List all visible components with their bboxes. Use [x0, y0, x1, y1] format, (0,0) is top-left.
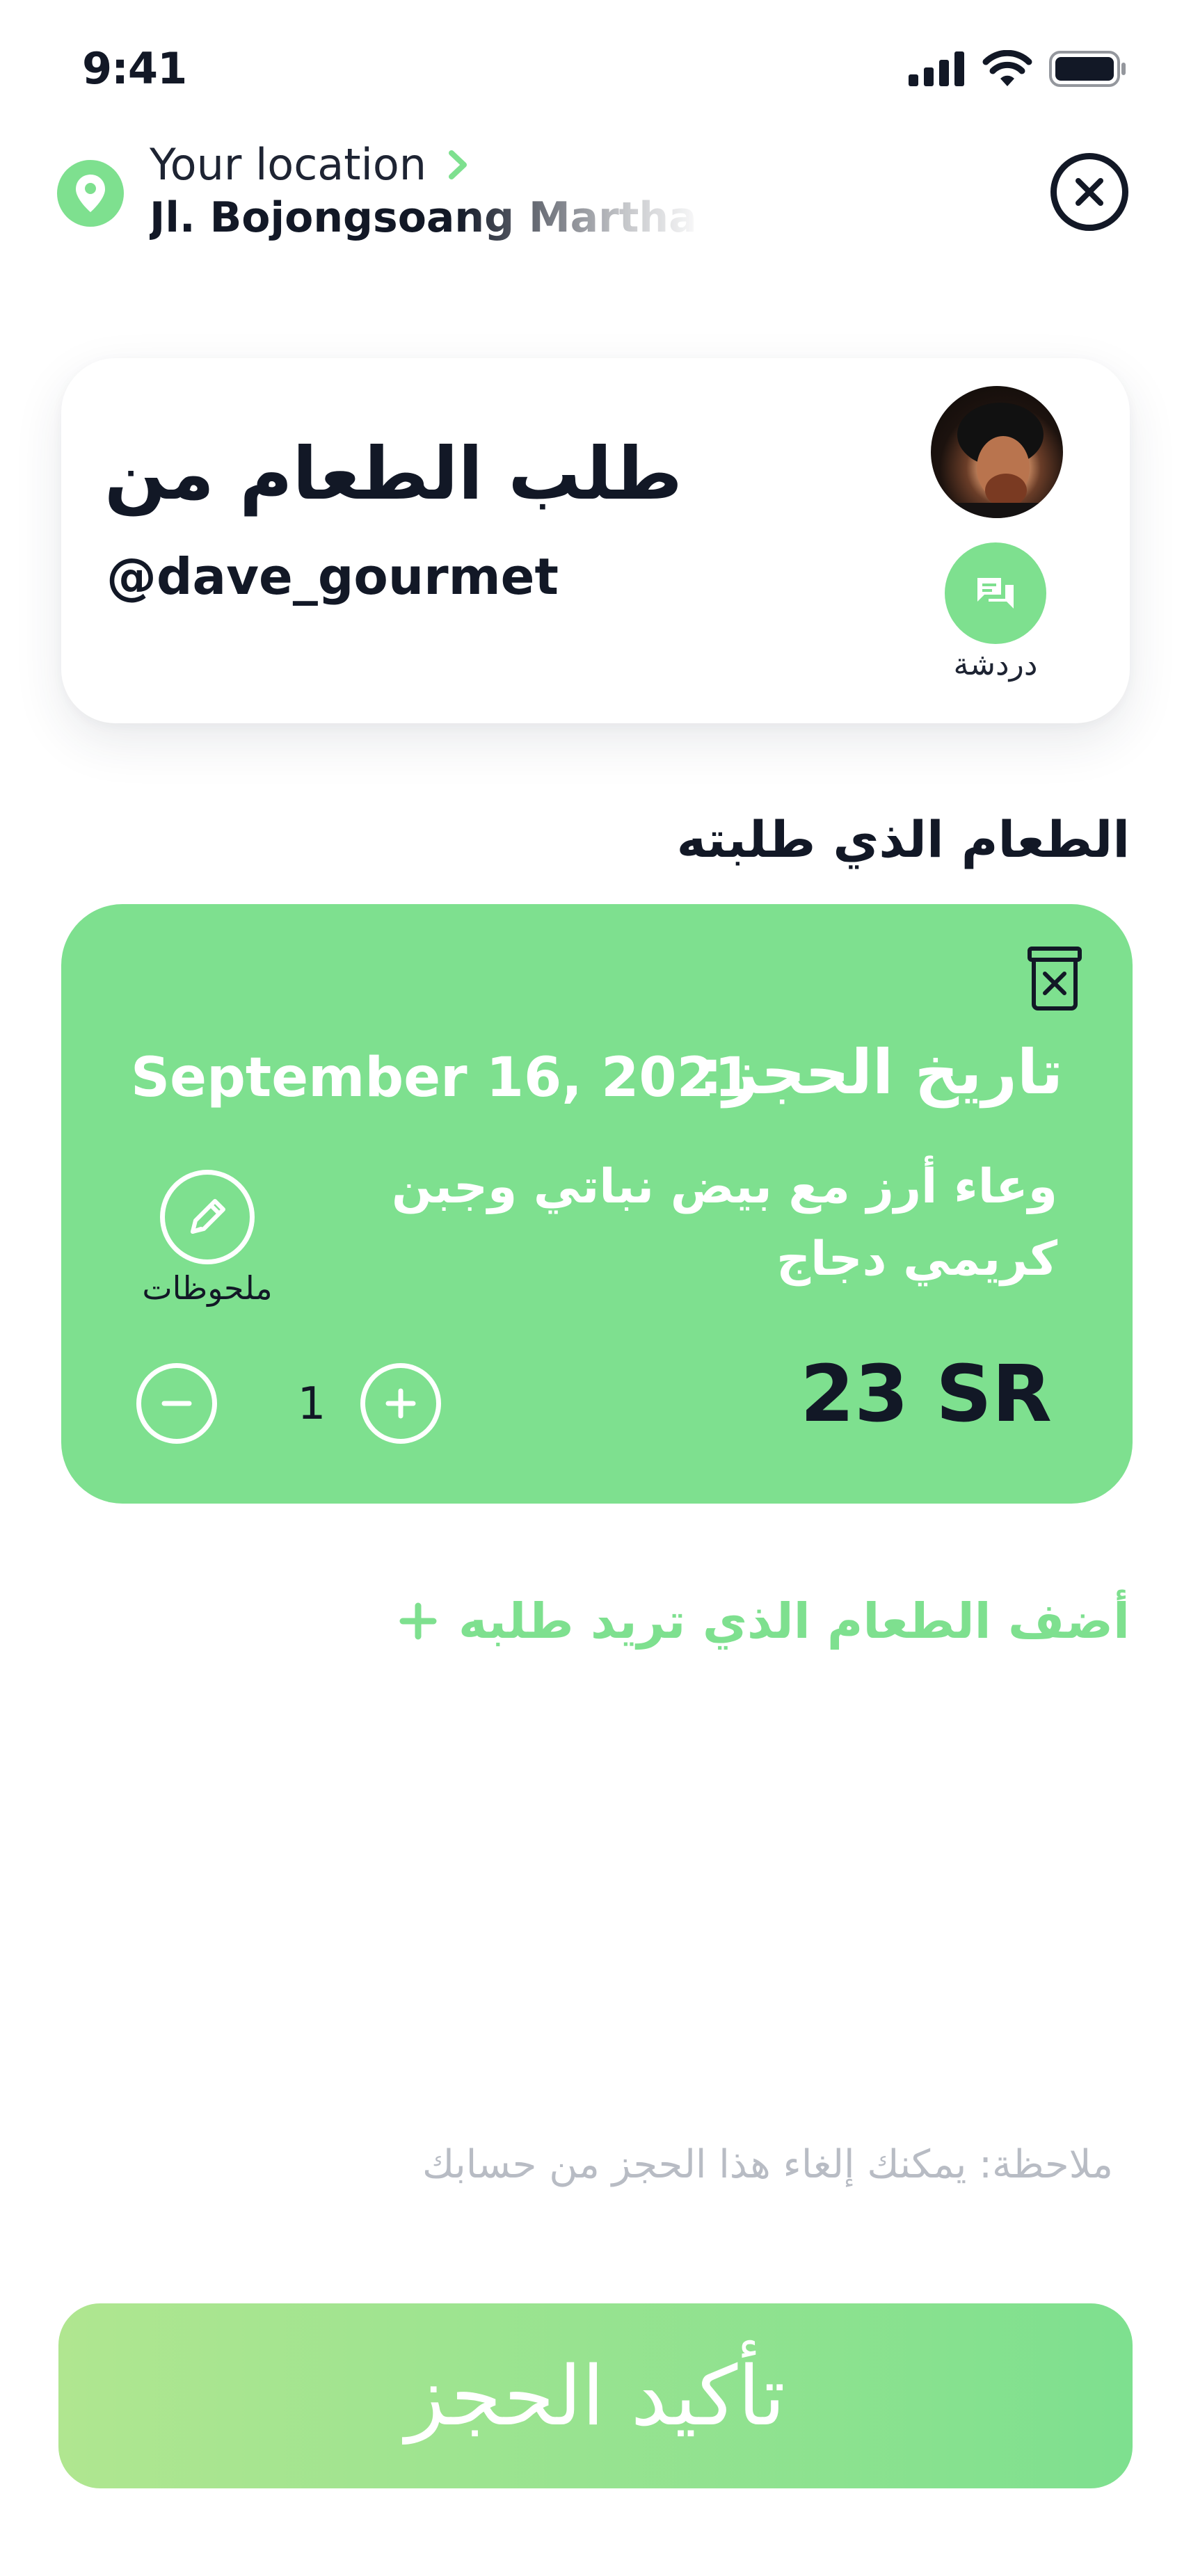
- order-item-card: تاريخ الحجز: September 16, 2021 وعاء أرز…: [61, 904, 1133, 1504]
- wifi-icon: [982, 50, 1032, 86]
- cancellation-note: ملاحظة: يمكنك إلغاء هذا الحجز من حسابك: [422, 2142, 1113, 2187]
- confirm-booking-button[interactable]: تأكيد الحجز: [58, 2303, 1133, 2488]
- chat-icon: [977, 578, 1014, 609]
- add-food-label: أضف الطعام الذي تريد طلبه: [458, 1593, 1130, 1650]
- plus-icon: [399, 1602, 437, 1640]
- battery-icon: [1049, 51, 1126, 87]
- map-pin-icon: [76, 175, 105, 212]
- item-price: 23 SR: [800, 1349, 1052, 1440]
- status-icons: [909, 50, 1127, 88]
- chef-card: طلب الطعام من @dave_gourmet دردشة: [61, 358, 1130, 723]
- chevron-right-icon: [449, 150, 467, 179]
- minus-icon: [161, 1401, 192, 1406]
- pencil-icon: [191, 1199, 225, 1234]
- delete-item-button[interactable]: [1027, 944, 1082, 1011]
- notes-button[interactable]: [160, 1170, 255, 1264]
- confirm-booking-label: تأكيد الحجز: [405, 2348, 786, 2444]
- location-selector[interactable]: Your location: [150, 139, 468, 190]
- item-name: وعاء أرز مع بيض نباتي وجبن كريمي دجاج: [392, 1159, 1057, 1287]
- booking-date-value: September 16, 2021: [131, 1047, 753, 1109]
- chef-handle[interactable]: @dave_gourmet: [106, 547, 559, 606]
- signal-icon: [909, 51, 964, 86]
- status-time: 9:41: [82, 43, 187, 94]
- ordered-food-heading: الطعام الذي طلبته: [676, 810, 1130, 869]
- location-pin-badge: [57, 160, 124, 227]
- booking-screen: 9:41 Your location Jl. Bojongsoang Marth…: [0, 0, 1191, 2576]
- location-address: Jl. Bojongsoang Martha Reg: [150, 193, 706, 242]
- quantity-increase-button[interactable]: [360, 1363, 441, 1444]
- location-label: Your location: [150, 139, 427, 190]
- close-icon: [1076, 178, 1103, 206]
- quantity-value: 1: [297, 1378, 326, 1430]
- chat-button[interactable]: [945, 542, 1046, 644]
- booking-date-label: تاريخ الحجز:: [698, 1036, 1063, 1108]
- quantity-decrease-button[interactable]: [136, 1363, 217, 1444]
- avatar-portrait: [952, 403, 1056, 518]
- chef-card-title: طلب الطعام من: [104, 431, 682, 516]
- chat-label: دردشة: [953, 647, 1038, 682]
- avatar[interactable]: [931, 386, 1063, 518]
- add-food-link[interactable]: أضف الطعام الذي تريد طلبه: [397, 1593, 1130, 1650]
- close-button[interactable]: [1050, 153, 1128, 231]
- notes-label: ملحوظات: [142, 1269, 273, 1307]
- trash-icon: [1028, 947, 1082, 1011]
- plus-icon: [385, 1388, 416, 1419]
